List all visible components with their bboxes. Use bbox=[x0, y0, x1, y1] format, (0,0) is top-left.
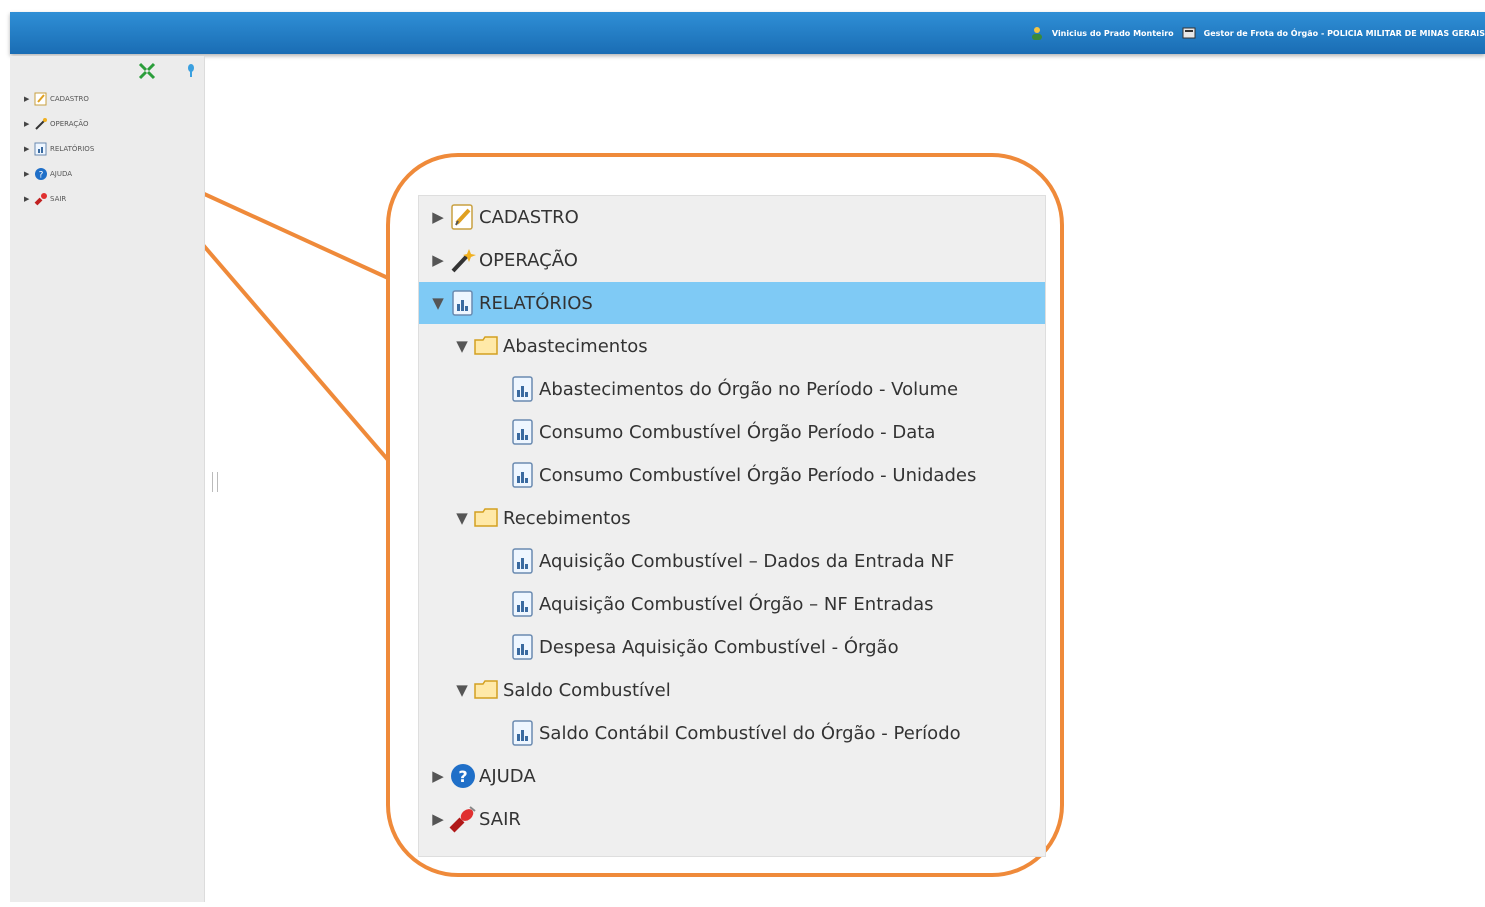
user-name[interactable]: Vinicius do Prado Monteiro bbox=[1052, 29, 1174, 38]
report-label: Abastecimentos do Órgão no Período - Vol… bbox=[539, 378, 959, 400]
report-icon bbox=[512, 376, 533, 402]
splitter-handle[interactable] bbox=[212, 472, 218, 492]
report-item[interactable]: Consumo Combustível Órgão Período - Unid… bbox=[419, 454, 1045, 496]
report-label: Despesa Aquisição Combustível - Órgão bbox=[539, 636, 899, 658]
tree-item-label: CADASTRO bbox=[479, 206, 579, 228]
svg-text:?: ? bbox=[458, 767, 467, 786]
report-item[interactable]: Despesa Aquisição Combustível - Órgão bbox=[419, 626, 1045, 668]
help-icon: ? bbox=[35, 168, 47, 181]
report-item[interactable]: Consumo Combustível Órgão Período - Data bbox=[419, 411, 1045, 453]
report-icon bbox=[512, 462, 533, 488]
edit-icon bbox=[451, 204, 473, 230]
folder-icon bbox=[474, 508, 498, 527]
sidebar: ▶ CADASTRO ▶ OPERAÇÃO ▶ RELATÓRIOS ▶ ? A… bbox=[10, 56, 205, 902]
report-icon bbox=[512, 591, 533, 617]
folder-icon bbox=[474, 336, 498, 355]
exit-icon bbox=[34, 193, 47, 206]
org-icon bbox=[1182, 27, 1196, 39]
expand-arrow-icon[interactable]: ▶ bbox=[24, 95, 32, 103]
report-item[interactable]: Aquisição Combustível Órgão – NF Entrada… bbox=[419, 583, 1045, 625]
expand-arrow-icon[interactable]: ▶ bbox=[427, 767, 449, 785]
user-icon bbox=[1031, 27, 1042, 40]
report-icon bbox=[512, 720, 533, 746]
report-label: Aquisição Combustível – Dados da Entrada… bbox=[539, 550, 955, 572]
zoomed-menu-tree: ▶ CADASTRO ▶ OPERAÇÃO ▼ RELATÓRIOS ▼ Aba… bbox=[418, 195, 1046, 857]
report-item[interactable]: Aquisição Combustível – Dados da Entrada… bbox=[419, 540, 1045, 582]
tree-item-relatorios[interactable]: ▼ RELATÓRIOS bbox=[419, 282, 1045, 324]
report-icon bbox=[512, 419, 533, 445]
sidebar-item-relatorios[interactable]: ▶ RELATÓRIOS bbox=[24, 142, 94, 156]
user-role: Gestor de Frota do Órgão - POLICIA MILIT… bbox=[1203, 28, 1485, 38]
sidebar-tools bbox=[138, 62, 196, 80]
tree-item-label: SAIR bbox=[479, 808, 521, 830]
expand-arrow-icon[interactable]: ▶ bbox=[427, 810, 449, 828]
report-label: Aquisição Combustível Órgão – NF Entrada… bbox=[539, 593, 934, 615]
help-icon: ? bbox=[451, 764, 475, 788]
tree-folder-recebimentos[interactable]: ▼ Recebimentos bbox=[419, 497, 1045, 539]
top-bar: Vinicius do Prado Monteiro Gestor de Fro… bbox=[10, 12, 1485, 54]
tree-item-sair[interactable]: ▶ SAIR bbox=[419, 798, 1045, 840]
sidebar-item-label: AJUDA bbox=[50, 170, 73, 178]
tree-folder-label: Recebimentos bbox=[503, 507, 631, 529]
sidebar-item-cadastro[interactable]: ▶ CADASTRO bbox=[24, 92, 89, 106]
tree-item-ajuda[interactable]: ▶ ? AJUDA bbox=[419, 755, 1045, 797]
tree-item-cadastro[interactable]: ▶ CADASTRO bbox=[419, 196, 1045, 238]
report-label: Consumo Combustível Órgão Período - Unid… bbox=[539, 464, 977, 486]
report-item[interactable]: Abastecimentos do Órgão no Período - Vol… bbox=[419, 368, 1045, 410]
report-icon bbox=[512, 548, 533, 574]
exit-icon bbox=[449, 806, 476, 833]
collapse-arrow-icon[interactable]: ▼ bbox=[451, 337, 473, 355]
tree-item-label: OPERAÇÃO bbox=[479, 249, 578, 271]
report-icon bbox=[452, 290, 473, 316]
collapse-arrow-icon[interactable]: ▼ bbox=[451, 509, 473, 527]
tree-item-label: RELATÓRIOS bbox=[479, 292, 593, 314]
tree-item-label: AJUDA bbox=[479, 765, 536, 787]
report-icon bbox=[34, 142, 47, 156]
report-icon bbox=[512, 634, 533, 660]
expand-arrow-icon[interactable]: ▶ bbox=[24, 120, 32, 128]
sidebar-item-label: CADASTRO bbox=[50, 95, 89, 103]
report-item[interactable]: Saldo Contábil Combustível do Órgão - Pe… bbox=[419, 712, 1045, 754]
wand-icon bbox=[451, 249, 476, 273]
tree-folder-abastecimentos[interactable]: ▼ Abastecimentos bbox=[419, 325, 1045, 367]
tree-item-operacao[interactable]: ▶ OPERAÇÃO bbox=[419, 239, 1045, 281]
edit-icon bbox=[34, 92, 47, 106]
sidebar-item-sair[interactable]: ▶ SAIR bbox=[24, 192, 66, 206]
folder-icon bbox=[474, 680, 498, 699]
expand-arrow-icon[interactable]: ▶ bbox=[24, 170, 32, 178]
pin-icon[interactable] bbox=[186, 62, 196, 80]
collapse-arrow-icon[interactable]: ▼ bbox=[451, 681, 473, 699]
expand-arrow-icon[interactable]: ▶ bbox=[427, 208, 449, 226]
expand-arrow-icon[interactable]: ▶ bbox=[427, 251, 449, 269]
report-label: Saldo Contábil Combustível do Órgão - Pe… bbox=[539, 722, 961, 744]
sidebar-item-label: RELATÓRIOS bbox=[50, 145, 95, 153]
sidebar-item-operacao[interactable]: ▶ OPERAÇÃO bbox=[24, 117, 88, 131]
wand-icon bbox=[35, 118, 47, 130]
expand-arrow-icon[interactable]: ▶ bbox=[24, 145, 32, 153]
sidebar-item-label: OPERAÇÃO bbox=[50, 120, 89, 128]
report-label: Consumo Combustível Órgão Período - Data bbox=[539, 421, 936, 443]
user-info: Vinicius do Prado Monteiro Gestor de Fro… bbox=[1030, 24, 1485, 42]
expand-all-icon[interactable] bbox=[138, 62, 156, 80]
sidebar-item-label: SAIR bbox=[50, 195, 67, 203]
sidebar-item-ajuda[interactable]: ▶ ? AJUDA bbox=[24, 167, 72, 181]
collapse-arrow-icon[interactable]: ▼ bbox=[427, 294, 449, 312]
tree-folder-saldo[interactable]: ▼ Saldo Combustível bbox=[419, 669, 1045, 711]
expand-arrow-icon[interactable]: ▶ bbox=[24, 195, 32, 203]
tree-folder-label: Saldo Combustível bbox=[503, 679, 671, 701]
svg-text:?: ? bbox=[39, 171, 44, 181]
tree-folder-label: Abastecimentos bbox=[503, 335, 648, 357]
